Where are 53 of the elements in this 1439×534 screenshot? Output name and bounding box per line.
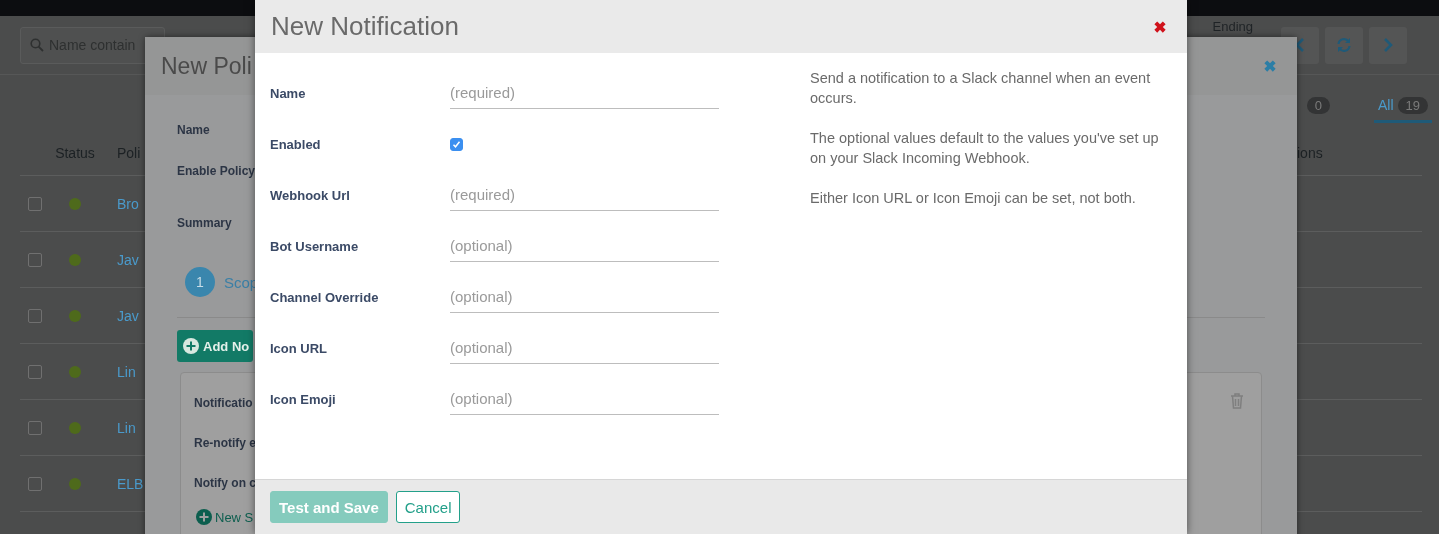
field-label: Enabled — [270, 136, 321, 152]
row-checkbox[interactable] — [28, 476, 42, 491]
policy-link[interactable]: Bro — [117, 195, 139, 212]
filter-tab[interactable]: 0 — [1302, 92, 1334, 123]
plus-circle-icon — [196, 509, 212, 525]
refresh-icon — [1336, 37, 1352, 53]
status-dot — [69, 421, 81, 434]
status-dot — [69, 477, 81, 490]
field-label: Bot Username — [270, 238, 359, 254]
checkbox[interactable] — [450, 137, 463, 151]
row-checkbox[interactable] — [28, 308, 42, 323]
status-dot — [69, 365, 81, 378]
row-checkbox[interactable] — [28, 420, 42, 435]
field-label: Channel Override — [270, 289, 379, 305]
policy-link[interactable]: Jav — [117, 251, 139, 268]
policy-link[interactable]: ELB — [117, 475, 144, 492]
search-icon — [30, 38, 44, 52]
field-label: Icon URL — [270, 340, 328, 356]
next-button[interactable] — [1369, 26, 1407, 64]
row-checkbox[interactable] — [28, 252, 42, 267]
chevron-right-icon — [1382, 38, 1394, 52]
new-button[interactable]: New S — [196, 509, 254, 525]
policy-link[interactable]: Jav — [117, 307, 139, 324]
field-label: Icon Emoji — [270, 391, 336, 407]
field-label: Webhook Url — [270, 187, 350, 203]
cancel-button[interactable]: Cancel — [395, 491, 461, 523]
filter-tab[interactable]: All 19 — [1373, 92, 1432, 123]
help-text: Either Icon URL or Icon Emoji can be set, not both. — [810, 189, 1137, 208]
policy-link[interactable]: Lin — [117, 363, 136, 380]
status-dot — [69, 309, 81, 322]
row-checkbox[interactable] — [28, 364, 42, 379]
field-label: Notificatio — [194, 395, 253, 412]
plus-circle-icon — [183, 338, 199, 354]
count-badge: 19 — [1397, 96, 1428, 114]
field-label: Name — [177, 122, 210, 139]
help-text: The optional values default to the values you've set up on your Slack Incoming Webhook. — [810, 129, 1160, 168]
step-number: 1 — [185, 267, 215, 297]
add-notification-button[interactable]: Add No — [177, 330, 254, 362]
field-label: Name — [270, 85, 306, 101]
status-dot — [69, 197, 81, 210]
field-label: Summary — [177, 215, 232, 232]
row-checkbox[interactable] — [28, 196, 42, 211]
dialog-title: New Notification — [271, 11, 459, 42]
field-label: Re-notify e — [194, 435, 256, 452]
trash-icon[interactable] — [1230, 393, 1244, 409]
status-dot — [69, 253, 81, 266]
refresh-button[interactable] — [1325, 26, 1363, 64]
check-icon — [452, 139, 461, 149]
help-text: Send a notification to a Slack channel when an event occurs. — [810, 69, 1152, 108]
policy-link[interactable]: Lin — [117, 419, 136, 436]
field-label: Enable Policy — [177, 163, 256, 180]
field-label: Notify on c — [194, 475, 256, 492]
count-badge: 0 — [1306, 96, 1330, 114]
